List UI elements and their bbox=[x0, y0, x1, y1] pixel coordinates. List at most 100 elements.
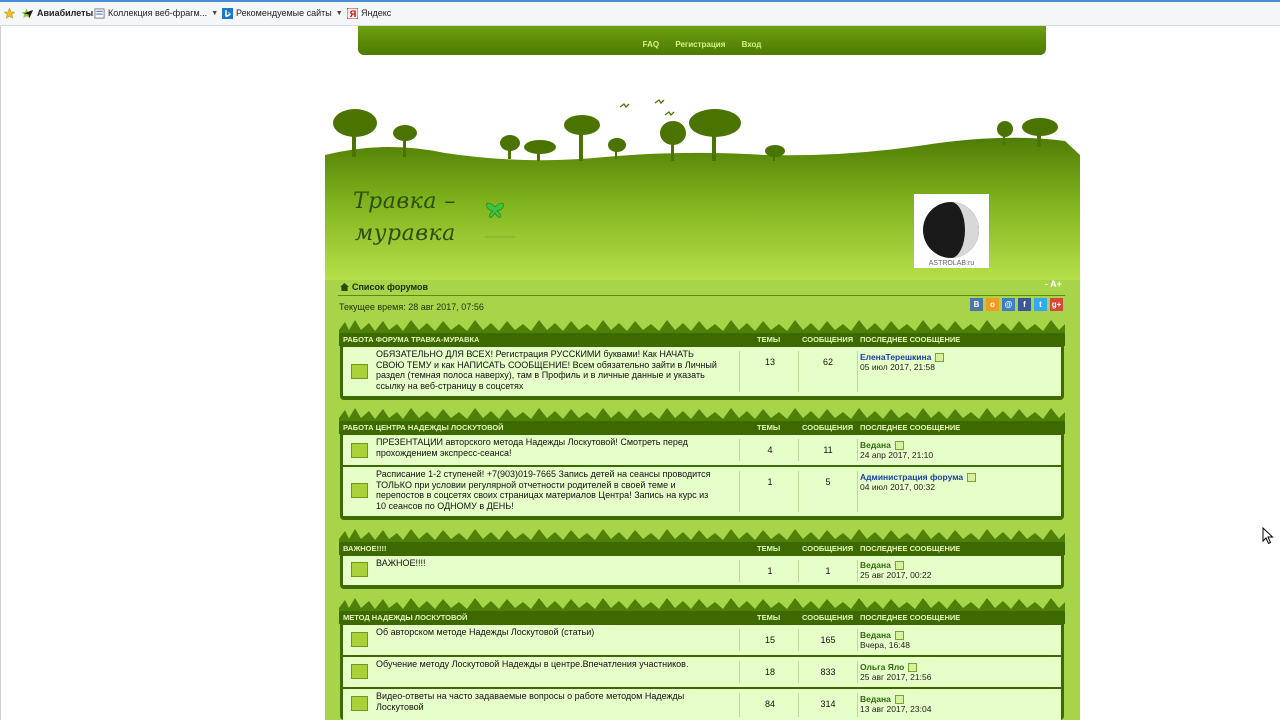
forum-posts-count: 11 bbox=[823, 445, 833, 455]
fav-label: Яндекс bbox=[361, 8, 392, 18]
fav-item-aviabilety[interactable]: Авиабилеты bbox=[23, 6, 93, 20]
forum-posts-count: 62 bbox=[822, 357, 833, 367]
favorites-star-icon bbox=[4, 7, 15, 19]
last-post-date: 13 авг 2017, 23:04 bbox=[860, 704, 932, 715]
col-topics-header: ТЕМЫ bbox=[757, 423, 781, 432]
forum-row[interactable]: ОБЯЗАТЕЛЬНО ДЛЯ ВСЕХ! Регистрация РУССКИ… bbox=[343, 347, 1061, 396]
last-post-date: 25 авг 2017, 00:22 bbox=[860, 570, 932, 581]
vk-icon[interactable]: В bbox=[970, 298, 983, 311]
fav-item-yandex[interactable]: Я Яндекс bbox=[347, 6, 391, 20]
forum-read-icon bbox=[351, 364, 368, 379]
column-divider bbox=[857, 629, 858, 651]
forum-title[interactable]: Обучение методу Лоскутовой Надежды в цен… bbox=[376, 659, 718, 670]
forum-row[interactable]: Обучение методу Лоскутовой Надежды в цен… bbox=[343, 657, 1061, 687]
last-post-author[interactable]: Ведана bbox=[860, 560, 891, 570]
breadcrumb-forum-index[interactable]: Список форумов bbox=[352, 282, 428, 292]
facebook-icon[interactable]: f bbox=[1018, 298, 1031, 311]
last-post-date: 05 июл 2017, 21:58 bbox=[860, 362, 935, 373]
nav-faq-link[interactable]: FAQ bbox=[643, 40, 659, 49]
category-name[interactable]: ВАЖНОЕ!!!! bbox=[343, 544, 386, 553]
forum-read-icon bbox=[351, 483, 368, 498]
fav-item-suggested-sites[interactable]: Рекомендуемые сайты ▼ bbox=[222, 6, 343, 20]
view-latest-post-icon[interactable] bbox=[894, 695, 904, 705]
view-latest-post-icon[interactable] bbox=[894, 441, 904, 451]
view-latest-post-icon[interactable] bbox=[894, 631, 904, 641]
view-latest-post-icon[interactable] bbox=[967, 473, 977, 483]
site-title[interactable]: Травка – муравка bbox=[353, 186, 456, 250]
site-title-line2: муравка bbox=[355, 221, 456, 246]
last-post-author[interactable]: ЕленаТерешкина bbox=[860, 352, 931, 362]
forum-topics-count: 1 bbox=[767, 566, 773, 576]
forum-topics-count: 18 bbox=[764, 667, 775, 677]
col-topics-header: ТЕМЫ bbox=[757, 335, 781, 344]
forum-title[interactable]: ПРЕЗЕНТАЦИИ авторского метода Надежды Ло… bbox=[376, 437, 718, 458]
browser-top-accent bbox=[0, 0, 1280, 2]
nav-login-link[interactable]: Вход bbox=[742, 40, 762, 49]
category-header: МЕТОД НАДЕЖДЫ ЛОСКУТОВОЙ ТЕМЫ СООБЩЕНИЯ … bbox=[339, 612, 1065, 624]
forum-posts-count: 165 bbox=[820, 635, 836, 645]
forum-posts-count: 314 bbox=[820, 699, 836, 709]
forum-read-icon bbox=[351, 562, 368, 577]
forum-last-post: Администрация форума 04 июл 2017, 00:32 bbox=[860, 472, 977, 492]
favorites-bar: Авиабилеты Коллекция веб-фрагм... ▼ Реко… bbox=[0, 0, 1280, 26]
forum-title[interactable]: ВАЖНОЕ!!!! bbox=[376, 558, 718, 569]
forum-title[interactable]: Об авторском методе Надежды Лоскутовой (… bbox=[376, 627, 718, 638]
category-name[interactable]: МЕТОД НАДЕЖДЫ ЛОСКУТОВОЙ bbox=[343, 613, 467, 622]
forum-posts-count: 5 bbox=[825, 477, 831, 487]
last-post-author[interactable]: Ведана bbox=[860, 440, 891, 450]
top-nav-links: FAQ Регистрация Вход bbox=[358, 40, 1046, 49]
col-last-header: ПОСЛЕДНЕЕ СООБЩЕНИЕ bbox=[860, 423, 961, 432]
nav-register-link[interactable]: Регистрация bbox=[675, 40, 725, 49]
forum-title[interactable]: Видео-ответы на часто задаваемые вопросы… bbox=[376, 691, 718, 712]
forum-row[interactable]: ВАЖНОЕ!!!! 1 1 Ведана 25 авг 2017, 00:22 bbox=[343, 556, 1061, 585]
font-size-control[interactable]: - A+ bbox=[1045, 279, 1062, 289]
forum-row[interactable]: Об авторском методе Надежды Лоскутовой (… bbox=[343, 625, 1061, 655]
web-slice-icon bbox=[94, 7, 105, 19]
twitter-icon[interactable]: t bbox=[1034, 298, 1047, 311]
chevron-down-icon[interactable]: ▼ bbox=[336, 10, 343, 17]
mailru-icon[interactable]: @ bbox=[1002, 298, 1015, 311]
fav-label: Коллекция веб-фрагм... bbox=[108, 8, 208, 18]
forum-topics-count: 13 bbox=[764, 357, 775, 367]
fav-item-webslices[interactable]: Коллекция веб-фрагм... ▼ bbox=[94, 6, 218, 20]
last-post-date: 25 авг 2017, 21:56 bbox=[860, 672, 932, 683]
last-post-author[interactable]: Ведана bbox=[860, 694, 891, 704]
forum-row[interactable]: Расписание 1-2 ступеней! +7(903)019-7665… bbox=[343, 467, 1061, 516]
view-latest-post-icon[interactable] bbox=[894, 561, 904, 571]
forum-title[interactable]: Расписание 1-2 ступеней! +7(903)019-7665… bbox=[376, 469, 718, 511]
last-post-author[interactable]: Ведана bbox=[860, 630, 891, 640]
last-post-date: Вчера, 16:48 bbox=[860, 640, 910, 651]
column-divider bbox=[857, 560, 858, 582]
odnoklassniki-icon[interactable]: о bbox=[986, 298, 999, 311]
view-latest-post-icon[interactable] bbox=[908, 663, 918, 673]
chevron-down-icon[interactable]: ▼ bbox=[211, 10, 218, 17]
category-name[interactable]: РАБОТА ФОРУМА ТРАВКА-МУРАВКА bbox=[343, 335, 479, 344]
col-topics-header: ТЕМЫ bbox=[757, 544, 781, 553]
forum-row[interactable]: Видео-ответы на часто задаваемые вопросы… bbox=[343, 689, 1061, 720]
fav-label: Авиабилеты bbox=[37, 8, 94, 18]
last-post-author[interactable]: Администрация форума bbox=[860, 472, 963, 482]
forum-topics-count: 84 bbox=[764, 699, 775, 709]
category-name[interactable]: РАБОТА ЦЕНТРА НАДЕЖДЫ ЛОСКУТОВОЙ bbox=[343, 423, 504, 432]
last-post-author[interactable]: Ольга Яло bbox=[860, 662, 904, 672]
favorites-star-button[interactable] bbox=[4, 6, 18, 20]
fav-label: Рекомендуемые сайты bbox=[236, 8, 332, 18]
moon-phase-widget[interactable]: ASTROLAB.ru bbox=[914, 194, 989, 268]
forum-title[interactable]: ОБЯЗАТЕЛЬНО ДЛЯ ВСЕХ! Регистрация РУССКИ… bbox=[376, 349, 718, 391]
col-last-header: ПОСЛЕДНЕЕ СООБЩЕНИЕ bbox=[860, 544, 961, 553]
breadcrumb[interactable]: Список форумов bbox=[340, 282, 428, 292]
last-post-date: 24 апр 2017, 21:10 bbox=[860, 450, 934, 461]
view-latest-post-icon[interactable] bbox=[935, 353, 945, 363]
forum-last-post: Ведана 24 апр 2017, 21:10 bbox=[860, 440, 933, 460]
forum-last-post: Ведана 13 авг 2017, 23:04 bbox=[860, 694, 931, 714]
google-plus-icon[interactable]: g+ bbox=[1050, 298, 1063, 311]
forum-read-icon bbox=[351, 632, 368, 647]
plane-icon bbox=[23, 9, 34, 18]
forum-row[interactable]: ПРЕЗЕНТАЦИИ авторского метода Надежды Ло… bbox=[343, 435, 1061, 465]
category-header: РАБОТА ЦЕНТРА НАДЕЖДЫ ЛОСКУТОВОЙ ТЕМЫ СО… bbox=[339, 422, 1065, 434]
col-posts-header: СООБЩЕНИЯ bbox=[802, 335, 854, 344]
moon-icon bbox=[923, 202, 979, 258]
forum-read-icon bbox=[351, 696, 368, 711]
col-topics-header: ТЕМЫ bbox=[757, 613, 781, 622]
yandex-icon: Я bbox=[347, 7, 358, 19]
